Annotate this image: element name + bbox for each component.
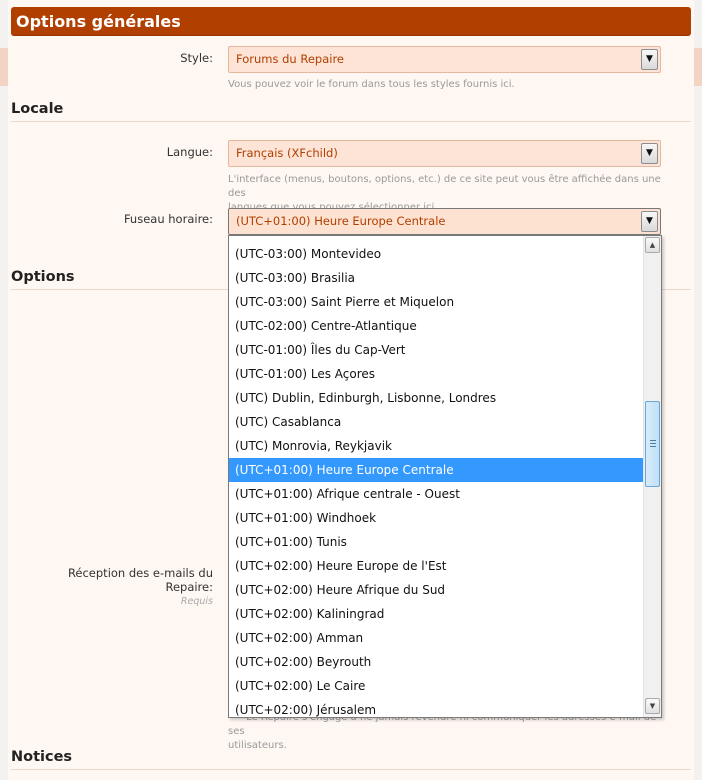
timezone-option[interactable]: (UTC) Casablanca: [229, 410, 643, 434]
timezone-option[interactable]: (UTC+01:00) Windhoek: [229, 506, 643, 530]
timezone-option[interactable]: (UTC-02:00) Centre-Atlantique: [229, 314, 643, 338]
dropdown-scrollbar[interactable]: ▲ ▼: [643, 236, 661, 717]
section-locale: Locale: [11, 101, 691, 122]
scrollbar-thumb[interactable]: [645, 401, 660, 487]
timezone-option[interactable]: (UTC) Dublin, Edinburgh, Lisbonne, Londr…: [229, 386, 643, 410]
chevron-down-icon[interactable]: ▼: [641, 49, 658, 70]
language-select-value: Français (XFchild): [236, 146, 338, 160]
timezone-option[interactable]: (UTC-01:00) Îles du Cap-Vert: [229, 338, 643, 362]
chevron-down-icon[interactable]: ▼: [641, 211, 658, 232]
timezone-option[interactable]: (UTC+01:00) Afrique centrale - Ouest: [229, 482, 643, 506]
arrow-up-icon[interactable]: ▲: [645, 237, 660, 253]
timezone-select-value: (UTC+01:00) Heure Europe Centrale: [236, 214, 446, 228]
timezone-option[interactable]: (UTC-01:00) Les Açores: [229, 362, 643, 386]
language-select[interactable]: Français (XFchild) ▼: [228, 140, 661, 167]
timezone-option[interactable]: (UTC-03:00) Saint Pierre et Miquelon: [229, 290, 643, 314]
timezone-label: Fuseau horaire:: [123, 212, 213, 226]
timezone-option[interactable]: (UTC+02:00) Beyrouth: [229, 650, 643, 674]
timezone-option[interactable]: (UTC+02:00) Le Caire: [229, 674, 643, 698]
language-label: Langue:: [166, 145, 213, 159]
section-notices: Notices: [11, 749, 691, 770]
timezone-option[interactable]: (UTC+02:00) Heure Europe de l'Est: [229, 554, 643, 578]
style-label: Style:: [180, 51, 213, 65]
style-hint: Vous pouvez voir le forum dans tous les …: [228, 79, 515, 90]
timezone-option[interactable]: (UTC-03:00) Brasilia: [229, 266, 643, 290]
timezone-dropdown-list[interactable]: (UTC-03:00) Montevideo (UTC-03:00) Brasil…: [228, 235, 662, 718]
timezone-select[interactable]: (UTC+01:00) Heure Europe Centrale ▼: [228, 208, 661, 235]
timezone-option[interactable]: (UTC+01:00) Tunis: [229, 530, 643, 554]
timezone-option[interactable]: (UTC+02:00) Kaliningrad: [229, 602, 643, 626]
background-page-left: [0, 0, 8, 780]
chevron-down-icon[interactable]: ▼: [641, 143, 658, 164]
timezone-option[interactable]: (UTC+01:00) Heure Europe Centrale: [229, 458, 643, 482]
background-bar-left: [0, 48, 8, 86]
timezone-option[interactable]: (UTC+02:00) Amman: [229, 626, 643, 650]
style-select-value: Forums du Repaire: [236, 52, 344, 66]
email-label: Réception des e-mails du Repaire:: [67, 566, 213, 594]
timezone-option[interactable]: (UTC-03:00) Montevideo: [229, 242, 643, 266]
style-select[interactable]: Forums du Repaire ▼: [228, 46, 661, 73]
timezone-option[interactable]: (UTC+02:00) Heure Afrique du Sud: [229, 578, 643, 602]
timezone-option[interactable]: (UTC+02:00) Jérusalem: [229, 698, 643, 717]
panel-title: Options générales: [11, 7, 691, 36]
timezone-options: (UTC-03:00) Montevideo (UTC-03:00) Brasil…: [229, 242, 643, 717]
timezone-option[interactable]: (UTC) Monrovia, Reykjavik: [229, 434, 643, 458]
arrow-down-icon[interactable]: ▼: [645, 698, 660, 714]
required-marker: Requis: [180, 596, 213, 607]
